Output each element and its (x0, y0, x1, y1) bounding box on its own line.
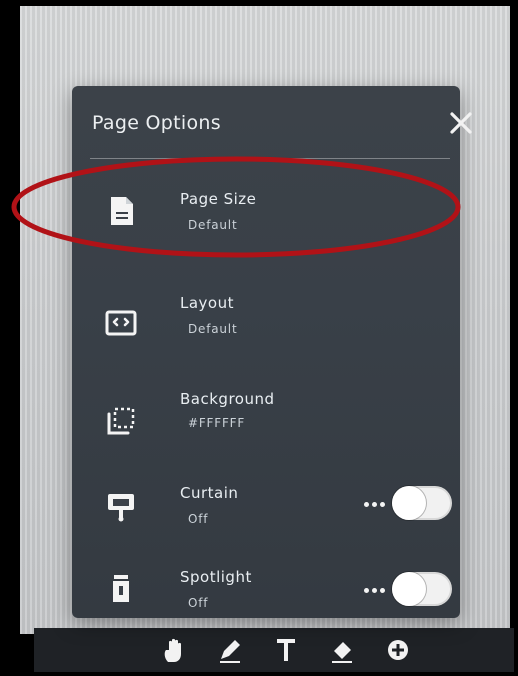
toggle-knob (392, 486, 426, 520)
dot (372, 587, 377, 593)
spotlight-icon (104, 572, 138, 606)
option-value: #FFFFFF (188, 416, 246, 430)
option-label: Background (180, 390, 275, 408)
eraser-tool-icon (332, 642, 352, 663)
curtain-more-button[interactable] (364, 498, 390, 510)
dot (364, 587, 369, 593)
option-value: Off (188, 512, 209, 526)
option-layout[interactable]: Layout Default (72, 282, 460, 352)
option-background[interactable]: Background #FFFFFF (72, 380, 460, 450)
dot (372, 501, 377, 507)
spotlight-toggle[interactable] (392, 572, 452, 606)
tool-buttons (160, 630, 420, 670)
add-tool-icon (388, 640, 408, 660)
option-label: Spotlight (180, 568, 252, 586)
toggle-knob (392, 572, 426, 606)
option-value: Default (188, 322, 238, 336)
option-spotlight[interactable]: Spotlight Off (72, 558, 460, 628)
layout-icon (104, 306, 138, 340)
curtain-icon (104, 490, 138, 524)
text-tool-icon (277, 639, 295, 661)
highlight-ellipse (11, 156, 461, 258)
spotlight-more-button[interactable] (364, 584, 390, 596)
dot (380, 587, 385, 593)
hand-tool-button[interactable] (160, 636, 188, 664)
close-icon (450, 112, 472, 134)
pen-tool-icon (220, 640, 240, 663)
dot (380, 501, 385, 507)
pen-tool-button[interactable] (216, 636, 244, 664)
curtain-toggle[interactable] (392, 486, 452, 520)
panel-title: Page Options (92, 112, 221, 134)
add-tool-button[interactable] (384, 636, 412, 664)
hand-tool-icon (164, 638, 181, 662)
option-curtain[interactable]: Curtain Off (72, 476, 460, 546)
background-icon (104, 404, 138, 438)
option-label: Curtain (180, 484, 239, 502)
option-value: Off (188, 596, 209, 610)
text-tool-button[interactable] (272, 636, 300, 664)
panel-header: Page Options (72, 86, 472, 158)
option-label: Layout (180, 294, 234, 312)
close-button[interactable] (444, 106, 478, 140)
eraser-tool-button[interactable] (328, 636, 356, 664)
dot (364, 501, 369, 507)
